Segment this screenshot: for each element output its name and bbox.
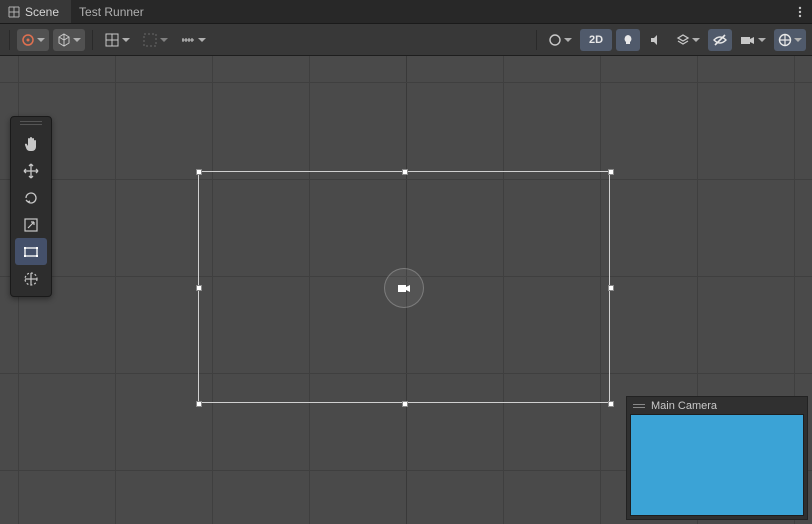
sphere-icon: [548, 33, 562, 47]
drag-handle-icon: [633, 404, 645, 408]
snap-icon: [142, 32, 158, 48]
camera-gizmo-icon: [396, 281, 412, 295]
eye-off-icon: [712, 33, 728, 47]
selection-handle[interactable]: [608, 169, 614, 175]
grid-snap-icon: [104, 32, 120, 48]
palette-drag-handle[interactable]: [11, 119, 51, 127]
grid-icon: [8, 6, 20, 18]
lighting-toggle[interactable]: [616, 29, 640, 51]
selection-handle[interactable]: [196, 401, 202, 407]
cube-icon: [57, 33, 71, 47]
ruler-dropdown[interactable]: [176, 29, 210, 51]
scene-viewport[interactable]: Main Camera: [0, 56, 812, 524]
rect-tool[interactable]: [15, 238, 47, 265]
tool-palette: [10, 116, 52, 297]
pivot-rotation-dropdown[interactable]: [53, 29, 85, 51]
speaker-icon: [649, 33, 663, 47]
chevron-down-icon: [37, 38, 45, 42]
move-tool[interactable]: [15, 157, 47, 184]
selection-handle[interactable]: [402, 169, 408, 175]
camera-preview-header[interactable]: Main Camera: [627, 397, 807, 414]
selection-handle[interactable]: [402, 401, 408, 407]
tab-menu-button[interactable]: [788, 0, 812, 23]
camera-gizmo[interactable]: [384, 268, 424, 308]
selection-handle[interactable]: [608, 401, 614, 407]
audio-toggle[interactable]: [644, 29, 668, 51]
tab-scene[interactable]: Scene: [0, 0, 71, 23]
effects-dropdown[interactable]: [672, 29, 704, 51]
toggle-2d-button[interactable]: 2D: [580, 29, 612, 51]
chevron-down-icon: [122, 38, 130, 42]
selection-handle[interactable]: [196, 285, 202, 291]
chevron-down-icon: [73, 38, 81, 42]
transform-tool[interactable]: [15, 265, 47, 292]
toggle-2d-label: 2D: [589, 34, 603, 46]
chevron-down-icon: [564, 38, 572, 42]
layers-icon: [676, 33, 690, 47]
scale-tool[interactable]: [15, 211, 47, 238]
gizmos-dropdown[interactable]: [774, 29, 806, 51]
tab-test-runner[interactable]: Test Runner: [71, 0, 156, 23]
scene-toolbar: 2D: [0, 24, 812, 56]
selection-handle[interactable]: [608, 285, 614, 291]
target-icon: [21, 33, 35, 47]
chevron-down-icon: [198, 38, 206, 42]
pivot-mode-dropdown[interactable]: [17, 29, 49, 51]
camera-dropdown[interactable]: [736, 29, 770, 51]
chevron-down-icon: [794, 38, 802, 42]
grid-snap-dropdown[interactable]: [100, 29, 134, 51]
ruler-icon: [180, 32, 196, 48]
camera-preview-title: Main Camera: [651, 400, 717, 412]
chevron-down-icon: [692, 38, 700, 42]
snap-increment-dropdown[interactable]: [138, 29, 172, 51]
tab-label: Test Runner: [79, 5, 144, 19]
tab-bar: Scene Test Runner: [0, 0, 812, 24]
chevron-down-icon: [758, 38, 766, 42]
lightbulb-icon: [621, 33, 635, 47]
gizmo-icon: [778, 33, 792, 47]
shading-mode-dropdown[interactable]: [544, 29, 576, 51]
selection-handle[interactable]: [196, 169, 202, 175]
camera-preview-panel[interactable]: Main Camera: [626, 396, 808, 520]
hand-tool[interactable]: [15, 130, 47, 157]
chevron-down-icon: [160, 38, 168, 42]
camera-icon: [740, 33, 756, 47]
hidden-objects-toggle[interactable]: [708, 29, 732, 51]
tab-label: Scene: [25, 5, 59, 19]
rotate-tool[interactable]: [15, 184, 47, 211]
camera-preview-content: [630, 414, 804, 516]
